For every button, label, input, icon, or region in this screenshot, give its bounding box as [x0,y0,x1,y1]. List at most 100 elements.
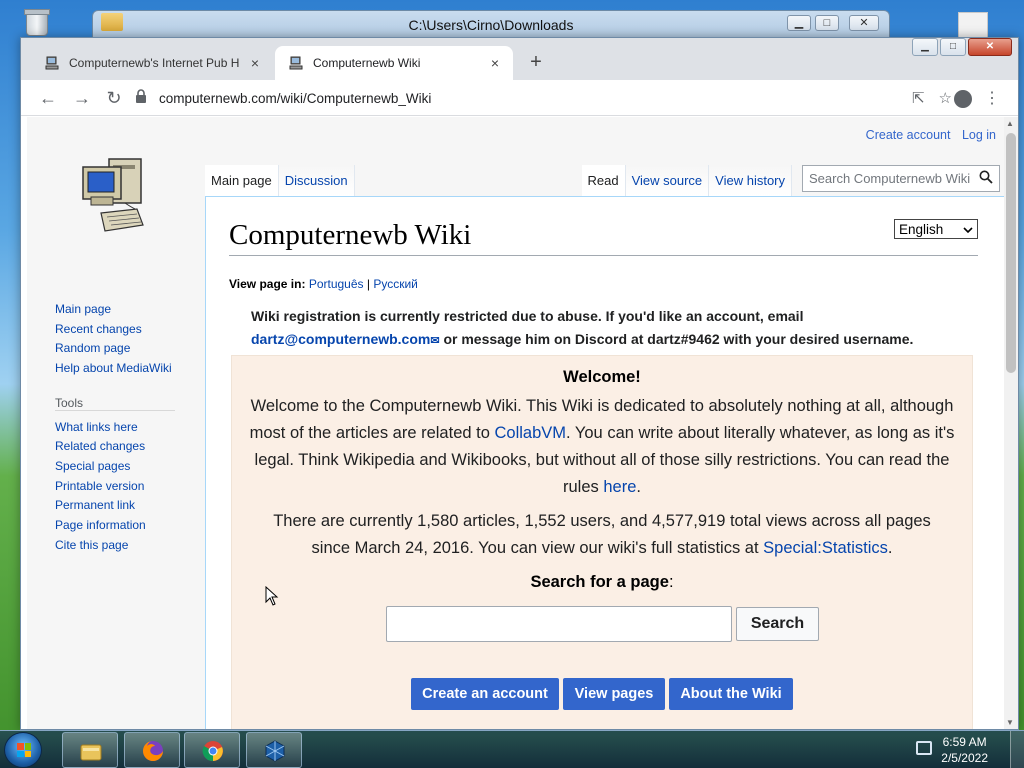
sidebar-item-permanent-link[interactable]: Permanent link [55,499,205,513]
minimize-button[interactable]: ▁ [912,38,938,56]
search-section-label: Search for a page: [232,573,972,592]
create-account-link[interactable]: Create account [866,128,951,142]
rules-link[interactable]: here [603,478,636,496]
page-search-input[interactable] [386,606,732,642]
search-placeholder: Search Computernewb Wiki [809,171,971,186]
tab-strip: Computernewb's Internet Pub H × Computer… [21,38,1018,80]
external-mail-icon: ✉ [430,335,440,347]
explorer-close-button[interactable]: ✕ [849,15,879,31]
registration-notice: Wiki registration is currently restricte… [251,305,931,353]
sidebar-item-recent-changes[interactable]: Recent changes [55,322,205,337]
sidebar-item-page-information[interactable]: Page information [55,518,205,533]
maximize-button[interactable]: □ [940,38,966,56]
tab-close-icon[interactable]: × [247,55,263,71]
tab-view-history[interactable]: View history [709,165,792,196]
profile-avatar-icon[interactable] [954,90,972,108]
sidebar-item-related-changes[interactable]: Related changes [55,440,205,454]
taskbar-chrome-button[interactable] [184,732,240,768]
tab-main-page[interactable]: Main page [205,165,279,196]
firefox-icon [141,739,165,763]
sidebar-item-what-links-here[interactable]: What links here [55,420,205,435]
tab-view-source[interactable]: View source [625,165,710,196]
sidebar-item-printable-version[interactable]: Printable version [55,479,205,494]
menu-dots-icon[interactable]: ⋮ [984,88,1000,108]
sidebar-item-special-pages[interactable]: Special pages [55,459,205,474]
scroll-down-icon[interactable]: ▼ [1006,718,1014,727]
clock-time: 6:59 AM [942,735,987,749]
page-search-button[interactable]: Search [736,607,819,641]
search-label-colon: : [668,573,674,591]
explorer-maximize-button[interactable]: □ [815,15,839,31]
explorer-title: C:\Users\Cirno\Downloads [408,17,574,33]
lang-link-russian[interactable]: Русский [373,277,418,291]
recycle-bin-icon[interactable] [22,6,50,36]
share-icon[interactable]: ⇱ [912,89,925,107]
browser-tab-pub[interactable]: Computernewb's Internet Pub H × [31,46,273,80]
sidebar-item-help[interactable]: Help about MediaWiki [55,362,205,376]
page-scrollbar[interactable]: ▲ ▼ [1004,117,1018,729]
windows-logo-icon [17,743,31,757]
address-bar[interactable]: computernewb.com/wiki/Computernewb_Wiki … [135,85,952,111]
browser-tab-wiki[interactable]: Computernewb Wiki × [275,46,513,80]
bookmark-star-icon[interactable]: ☆ [939,89,952,107]
show-desktop-button[interactable] [1010,731,1024,768]
tab-close-icon[interactable]: × [487,55,503,71]
tab-title: Computernewb's Internet Pub H [69,56,240,70]
notice-text-2: or message him on Discord at dartz#9462 … [439,331,914,347]
collabvm-link[interactable]: CollabVM [494,424,566,442]
computer-favicon-icon [45,55,61,71]
search-icon[interactable] [979,170,993,187]
view-pages-button[interactable]: View pages [563,678,665,710]
language-select-value: English [899,221,944,237]
about-the-wiki-button[interactable]: About the Wiki [669,678,793,710]
wiki-logo[interactable] [79,153,151,239]
log-in-link[interactable]: Log in [962,128,996,142]
browser-window: Computernewb's Internet Pub H × Computer… [20,37,1019,730]
url-text: computernewb.com/wiki/Computernewb_Wiki [159,90,432,106]
taskbar: 6:59 AM 2/5/2022 [0,730,1024,768]
folder-icon [79,739,103,763]
lang-link-portugues[interactable]: Português [309,277,364,291]
create-an-account-button[interactable]: Create an account [411,678,559,710]
notice-text: Wiki registration is currently restricte… [251,308,804,324]
sidebar-item-cite-this-page[interactable]: Cite this page [55,538,205,553]
sidebar-item-random-page[interactable]: Random page [55,342,205,356]
taskbar-firefox-button[interactable] [124,732,180,768]
mouse-cursor-icon [265,585,279,606]
special-statistics-link[interactable]: Special:Statistics [763,539,888,557]
title-divider [229,255,978,256]
email-link[interactable]: dartz@computernewb.com [251,331,430,347]
omnibox-actions: ⇱ ☆ [912,85,952,111]
taskbar-explorer-button[interactable] [62,732,118,768]
tab-discussion[interactable]: Discussion [278,165,355,196]
taskbar-virtualbox-button[interactable] [246,732,302,768]
back-arrow-icon[interactable]: ← [37,87,59,109]
wiki-search-input[interactable]: Search Computernewb Wiki [802,165,1000,192]
scrollbar-thumb[interactable] [1006,133,1016,373]
tools-heading: Tools [55,396,175,411]
close-button[interactable]: ✕ [968,38,1012,56]
tab-read[interactable]: Read [581,165,626,196]
forward-arrow-icon[interactable]: → [71,87,93,109]
welcome-title: Welcome! [563,368,641,386]
welcome-text-part: . [636,478,641,496]
view-tabs: Read View source View history Search Com… [581,165,1000,196]
content-area: Computernewb Wiki English View page in: … [205,196,1004,729]
reload-icon[interactable]: ↻ [103,87,125,109]
start-button[interactable] [4,732,42,768]
taskbar-clock[interactable]: 6:59 AM 2/5/2022 [941,734,988,766]
browser-toolbar: ← → ↻ computernewb.com/wiki/Computernewb… [21,80,1018,116]
page-title: Computernewb Wiki [229,219,472,251]
language-select[interactable]: English [894,219,978,239]
network-icon[interactable] [916,741,932,755]
virtualbox-icon [263,739,287,763]
new-tab-button[interactable]: + [525,52,547,74]
page-viewport: Create account Log in Main page Recent c… [27,117,1004,729]
sidebar: Main page Recent changes Random page Hel… [55,302,205,558]
explorer-minimize-button[interactable]: ▁ [787,15,811,31]
scroll-up-icon[interactable]: ▲ [1006,119,1014,128]
lock-icon [135,88,149,108]
welcome-box: Welcome! Welcome to the Computernewb Wik… [231,355,973,729]
namespace-tabs: Main page Discussion [205,165,355,196]
sidebar-item-main-page[interactable]: Main page [55,302,205,317]
